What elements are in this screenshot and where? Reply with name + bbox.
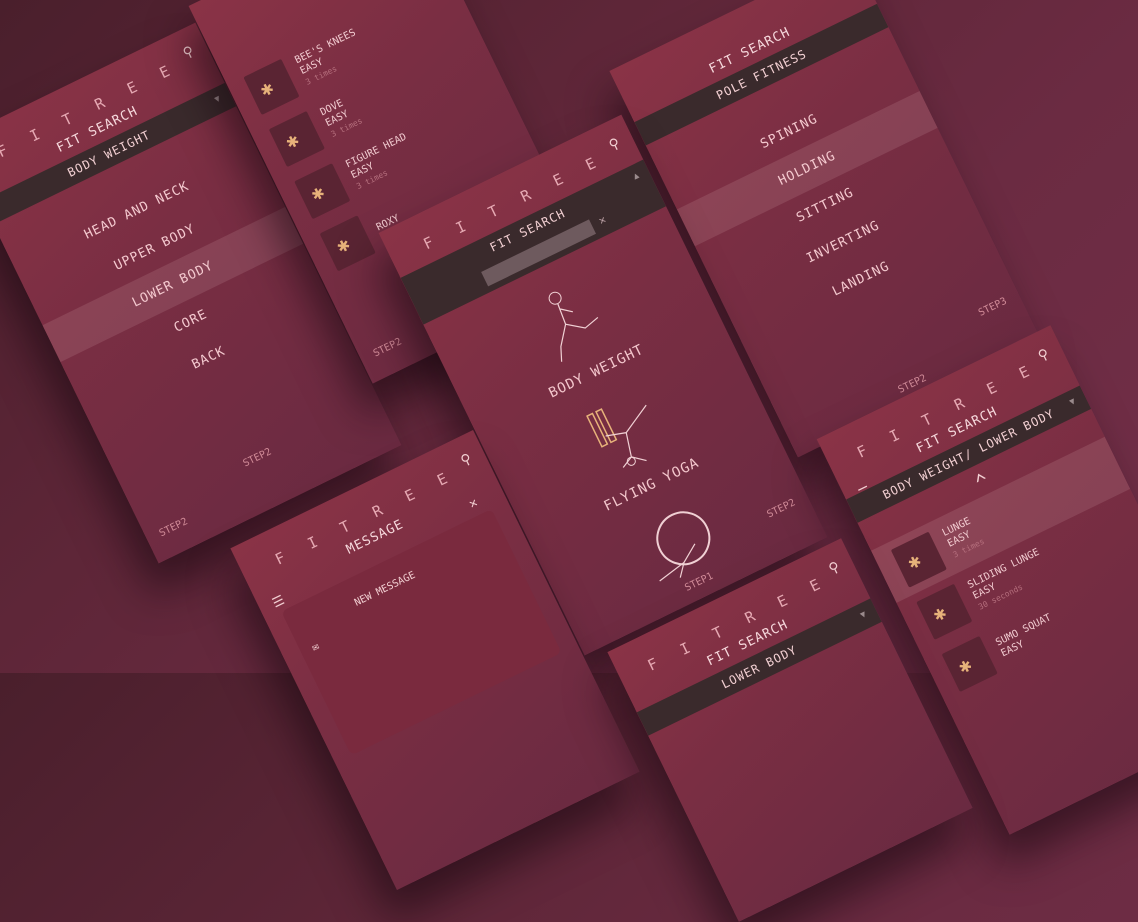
move-thumbnail: ✱ (243, 58, 300, 116)
figure-icon: ✱ (954, 651, 976, 679)
figure-icon: ✱ (332, 231, 354, 259)
move-info: DOVE EASY 3 times (319, 94, 365, 141)
move-thumbnail: ✱ (941, 635, 998, 693)
step-label[interactable]: STEP2 (372, 336, 404, 359)
move-thumbnail: ✱ (294, 163, 351, 220)
close-icon[interactable]: ✕ (467, 495, 481, 512)
caret-down-icon: ▼ (212, 93, 224, 106)
step-prev-label[interactable]: STEP2 (158, 516, 190, 539)
move-thumbnail: ✱ (890, 531, 947, 588)
figure-icon: ✱ (903, 547, 925, 575)
new-message-label: NEW MESSAGE (352, 569, 418, 609)
move-info: LUNGE EASY 3 times (941, 514, 987, 561)
move-thumbnail: ✱ (916, 583, 973, 640)
figure-icon: ✱ (928, 599, 951, 627)
step-next-label[interactable]: STEP3 (977, 296, 1009, 319)
aerial-hoop-illustration (656, 511, 711, 582)
clear-icon[interactable]: ✕ (597, 212, 610, 227)
move-thumbnail: ✱ (319, 215, 376, 272)
figure-icon: ✱ (281, 126, 303, 154)
figure-icon: ✱ (306, 179, 329, 206)
figure-icon: ✱ (255, 74, 278, 102)
mail-icon[interactable]: ✉ (310, 639, 322, 654)
mockup-scene: ⚲ F I T R E E FIT SEARCH BODY WEIGHT ▼ H… (0, 0, 1138, 922)
caret-down-icon: ▼ (1068, 396, 1079, 408)
move-info: SUMO SQUAT EASY (994, 612, 1059, 660)
caret-down-icon: ▼ (858, 609, 869, 621)
move-thumbnail: ✱ (268, 110, 325, 168)
caret-up-icon: ▲ (631, 170, 642, 183)
